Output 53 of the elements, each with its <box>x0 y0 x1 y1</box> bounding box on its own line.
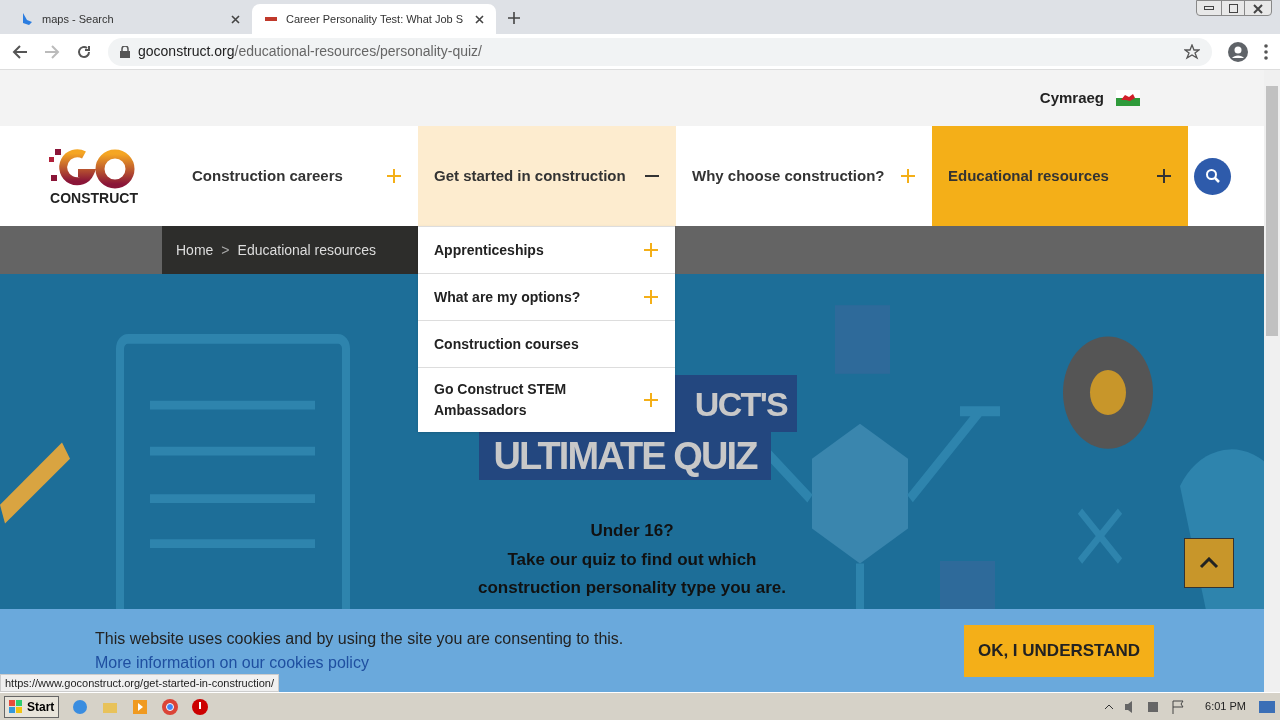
tab-title: maps - Search <box>42 11 115 27</box>
dropdown-item[interactable]: Go Construct STEM Ambassadors <box>418 367 675 432</box>
plus-icon <box>643 242 659 258</box>
dropdown-item[interactable]: Apprenticeships <box>418 226 675 273</box>
clock: 6:01 PM <box>1205 699 1246 715</box>
close-icon[interactable] <box>1253 4 1263 14</box>
stop-icon[interactable] <box>191 697 210 716</box>
language-link[interactable]: Cymraeg <box>1039 86 1104 110</box>
account-icon[interactable] <box>1228 41 1248 62</box>
restore-icon[interactable] <box>1221 1 1245 15</box>
plus-icon <box>643 392 659 408</box>
browser-tab[interactable]: maps - Search <box>8 4 252 34</box>
logo-text: CONSTRUCT <box>50 191 138 205</box>
breadcrumb-link[interactable]: Educational resources <box>237 239 377 261</box>
tab-title: Career Personality Test: What Job S <box>286 11 465 27</box>
search-button[interactable] <box>1194 157 1231 195</box>
minus-icon <box>644 174 660 178</box>
menu-icon[interactable] <box>1264 43 1268 60</box>
nav-item[interactable]: Educational resources <box>932 126 1188 226</box>
lock-icon <box>120 45 130 58</box>
chevron-up-icon <box>1199 557 1219 569</box>
close-icon[interactable] <box>231 14 240 24</box>
close-icon[interactable] <box>475 14 484 24</box>
search-icon <box>1204 168 1221 184</box>
plus-icon <box>386 168 402 184</box>
cookie-text: This website uses cookies and by using the site you are consenting to this. <box>95 628 625 649</box>
show-desktop-icon[interactable] <box>1258 698 1276 715</box>
chrome-icon[interactable] <box>161 697 180 716</box>
accept-button[interactable]: OK, I UNDERSTAND <box>964 624 1154 677</box>
dropdown-item[interactable]: Construction courses <box>418 320 675 367</box>
start-button[interactable]: Start <box>4 695 60 718</box>
url-text: goconstruct.org/educational-resources/personality-quiz/ <box>138 42 483 61</box>
dropdown-item[interactable]: What are my options? <box>418 273 675 320</box>
nav-item[interactable]: Get started in construction <box>418 126 676 226</box>
plus-icon <box>643 289 659 305</box>
windows-logo-icon <box>9 699 23 714</box>
quiz-title-banner: ULTIMATE QUIZ <box>479 432 771 480</box>
plus-icon <box>1156 168 1172 184</box>
scrollbar[interactable] <box>1264 70 1280 692</box>
reload-icon[interactable] <box>76 43 92 60</box>
scroll-top-button[interactable] <box>1184 538 1234 588</box>
browser-tab[interactable]: Career Personality Test: What Job S <box>252 4 496 34</box>
quiz-heading: Under 16? <box>590 520 674 542</box>
star-icon[interactable] <box>1184 43 1200 60</box>
breadcrumb-separator: > <box>221 240 230 260</box>
plus-icon <box>900 168 916 184</box>
favicon-icon <box>20 12 34 26</box>
quiz-description: Take our quiz to find out which construction personality type you are. <box>477 548 787 599</box>
address-field[interactable]: goconstruct.org/educational-resources/personality-quiz/ <box>108 37 1212 66</box>
new-tab-icon[interactable] <box>508 12 520 24</box>
breadcrumb-link[interactable]: Home <box>176 239 214 261</box>
flag-icon <box>1116 90 1140 106</box>
back-icon[interactable] <box>12 43 28 60</box>
